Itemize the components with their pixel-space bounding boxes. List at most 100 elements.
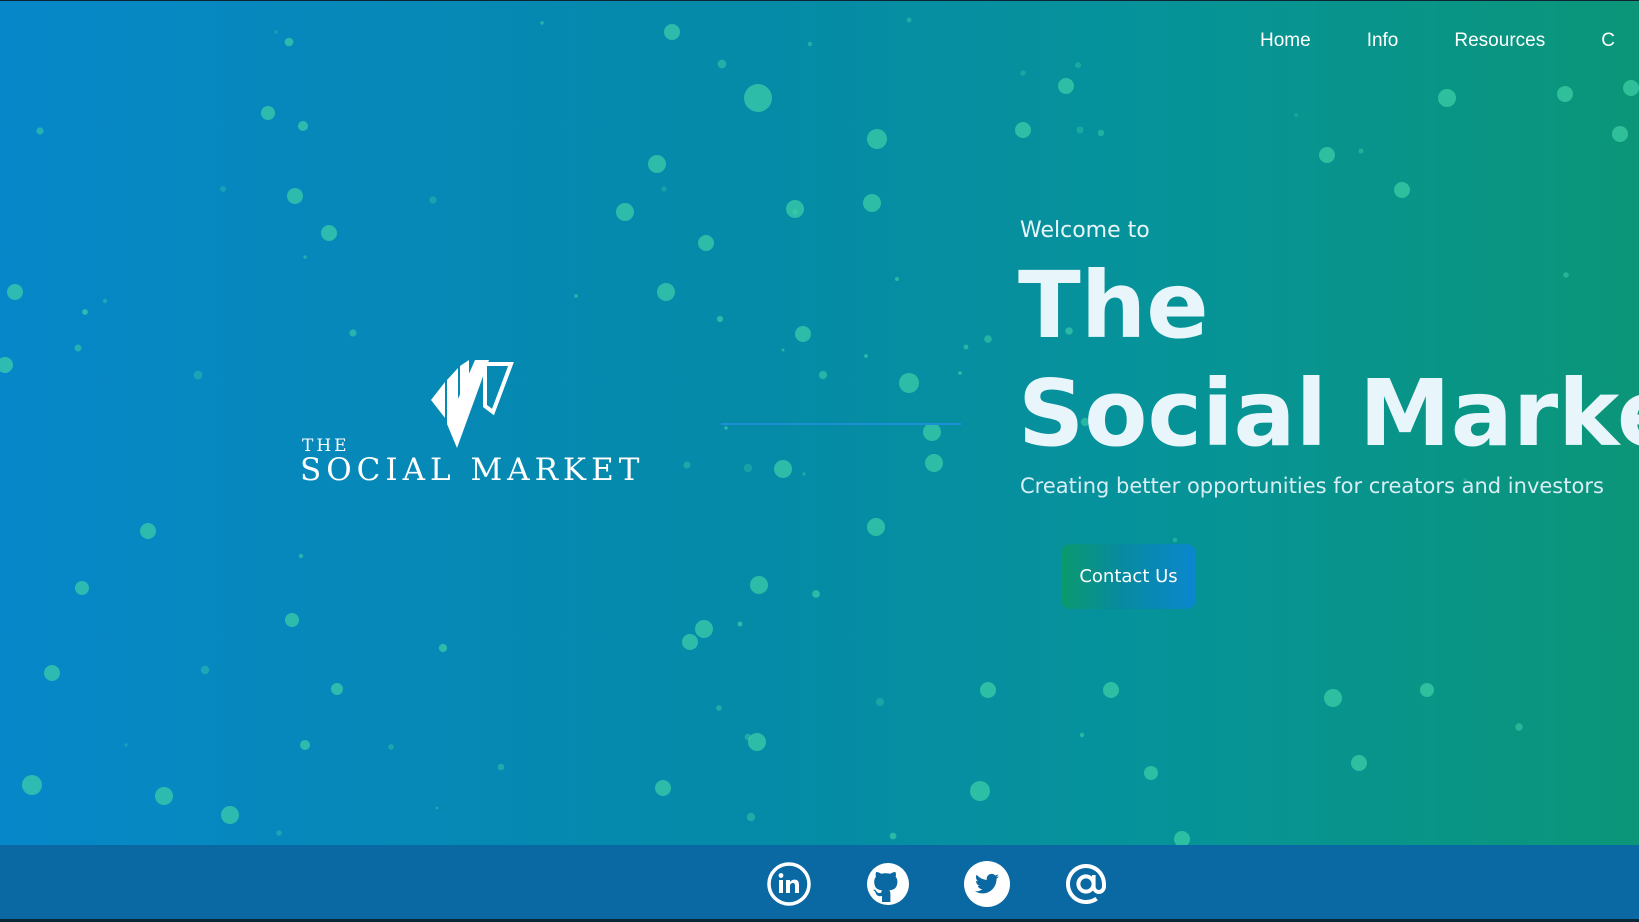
particle: [802, 472, 806, 476]
particle: [193, 370, 203, 380]
site-logo: THE SOCIAL MARKET: [300, 360, 645, 490]
contact-us-button[interactable]: Contact Us: [1061, 544, 1196, 609]
particle: [321, 225, 337, 241]
logo-name-text: SOCIAL MARKET: [300, 452, 645, 488]
particle: [1557, 86, 1573, 102]
particle: [497, 763, 505, 771]
particle: [744, 733, 752, 741]
particle: [661, 186, 667, 192]
particle: [102, 298, 108, 304]
particle: [284, 37, 294, 47]
particle: [724, 426, 728, 430]
particle: [744, 84, 772, 112]
particle: [574, 294, 578, 298]
particle: [44, 665, 60, 681]
particle: [1172, 537, 1178, 543]
particle: [1351, 755, 1367, 771]
nav-item-info[interactable]: Info: [1367, 26, 1399, 56]
particle: [1623, 80, 1639, 96]
particle: [298, 121, 308, 131]
particle: [683, 461, 691, 469]
particle: [22, 775, 42, 795]
divider-line: [721, 423, 961, 425]
top-nav: Home Info Resources C: [1260, 26, 1639, 56]
particle: [655, 780, 671, 796]
linkedin-icon: [767, 862, 811, 906]
footer: [0, 845, 1639, 922]
particle: [349, 329, 357, 337]
github-link[interactable]: [863, 859, 913, 909]
particle: [438, 643, 448, 653]
particle: [774, 460, 792, 478]
title-line-1: The: [1018, 252, 1209, 359]
particle: [906, 17, 912, 23]
particle: [867, 518, 885, 536]
particle: [716, 315, 724, 323]
particle: [750, 576, 768, 594]
particle: [737, 621, 743, 627]
particle: [300, 740, 310, 750]
particle: [429, 196, 437, 204]
particle: [657, 283, 675, 301]
particle: [795, 326, 811, 342]
particle: [221, 806, 239, 824]
particle: [695, 620, 713, 638]
particle: [864, 354, 868, 358]
linkedin-link[interactable]: [764, 859, 814, 909]
particle: [717, 59, 727, 69]
particle: [616, 203, 634, 221]
particle: [923, 423, 941, 441]
particle: [540, 21, 544, 25]
particle: [1319, 147, 1335, 163]
particle: [781, 348, 785, 352]
particle: [925, 454, 943, 472]
nav-item-resources[interactable]: Resources: [1454, 26, 1545, 56]
particle: [285, 613, 299, 627]
particle: [664, 24, 680, 40]
particle: [899, 373, 919, 393]
particle: [75, 581, 89, 595]
particle: [1097, 129, 1105, 137]
particle: [74, 344, 82, 352]
page-title: The Social Market: [1018, 252, 1639, 468]
particle: [36, 127, 44, 135]
particle: [1294, 113, 1298, 117]
particle: [716, 705, 722, 711]
particle: [261, 106, 275, 120]
twitter-icon: [964, 861, 1010, 907]
particle: [1394, 182, 1410, 198]
particle: [743, 463, 753, 473]
social-links: [764, 859, 1160, 909]
particle: [984, 335, 992, 343]
particle: [331, 683, 343, 695]
particle: [970, 781, 990, 801]
particle: [980, 682, 996, 698]
particle: [276, 830, 282, 836]
particle: [274, 30, 278, 34]
email-link[interactable]: [1061, 859, 1111, 909]
at-email-icon: [1066, 864, 1106, 904]
particle: [7, 284, 23, 300]
particle: [220, 186, 226, 192]
particle: [1079, 732, 1085, 738]
particle: [435, 806, 439, 810]
particle: [1420, 683, 1434, 697]
particle: [648, 155, 666, 173]
particle: [1076, 126, 1084, 134]
particle: [1103, 682, 1119, 698]
nav-item-home[interactable]: Home: [1260, 26, 1311, 56]
particle: [140, 523, 156, 539]
particle: [1058, 78, 1074, 94]
particle: [1174, 831, 1190, 845]
hero-section: Home Info Resources C THE SOCIAL MARKET …: [0, 0, 1639, 845]
particle: [786, 200, 804, 218]
particle: [1144, 766, 1158, 780]
particle: [1612, 126, 1628, 142]
title-line-2: Social Market: [1018, 360, 1639, 467]
nav-item-contact[interactable]: C: [1601, 26, 1615, 56]
particle: [958, 371, 962, 375]
github-icon: [867, 863, 909, 905]
particle: [287, 188, 303, 204]
particle: [792, 209, 798, 215]
twitter-link[interactable]: [962, 859, 1012, 909]
